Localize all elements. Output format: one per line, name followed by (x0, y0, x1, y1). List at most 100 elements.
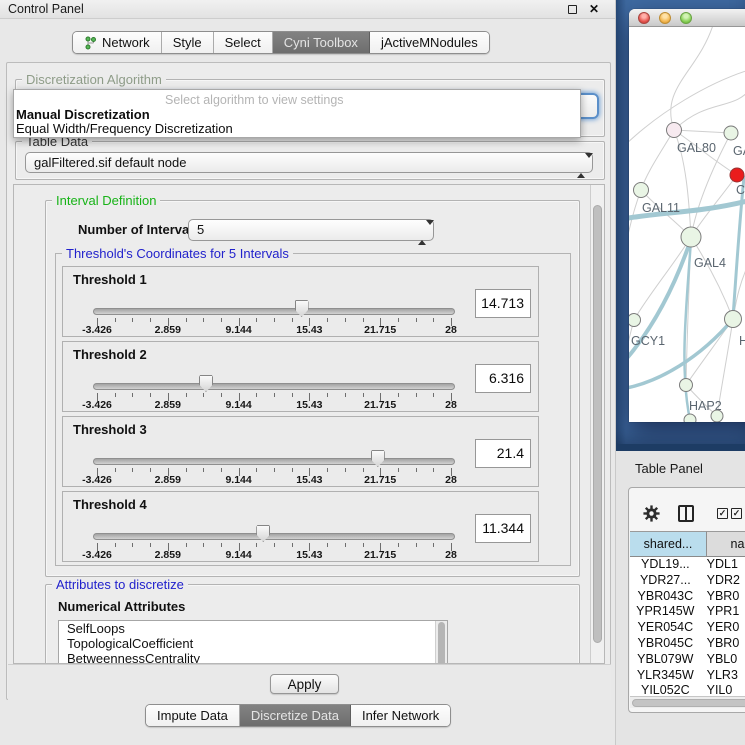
interval-definition-group: Interval Definition Number of Intervals … (45, 200, 580, 577)
scrollbar-thumb[interactable] (438, 622, 445, 664)
threshold-slider-track[interactable] (93, 308, 455, 315)
columns-icon[interactable] (678, 505, 694, 522)
tab-label: Select (225, 32, 261, 53)
table-cell[interactable]: YIL0 (701, 683, 745, 696)
table-row[interactable]: YBR045CYBR0 (630, 636, 745, 652)
algorithm-option[interactable]: Equal Width/Frequency Discretization (16, 121, 233, 136)
thresholds-group: Threshold's Coordinates for 5 Intervals … (55, 253, 571, 566)
scrollbar-thumb[interactable] (632, 699, 745, 707)
group-title: Attributes to discretize (52, 577, 188, 592)
table-cell[interactable]: YER0 (701, 620, 745, 636)
table-row[interactable]: YDL19...YDL1 (630, 557, 745, 573)
number-of-intervals-spinner[interactable]: 5 (188, 219, 434, 241)
algorithm-option[interactable]: Manual Discretization (16, 107, 150, 122)
network-node[interactable] (634, 183, 649, 198)
network-node[interactable] (680, 379, 693, 392)
attribute-item[interactable]: BetweennessCentrality (59, 651, 447, 664)
tab-impute-data[interactable]: Impute Data (146, 705, 240, 726)
node-label: GAL11 (642, 201, 680, 215)
threshold-value-box[interactable]: 21.4 (475, 439, 531, 468)
threshold-slider-track[interactable] (93, 533, 455, 540)
zoom-window-icon[interactable] (680, 12, 692, 24)
table-row[interactable]: YLR345WYLR3 (630, 668, 745, 684)
table-cell[interactable]: YBR0 (701, 589, 745, 605)
table-row[interactable]: YER054CYER0 (630, 620, 745, 636)
tick-label: 9.144 (217, 549, 261, 561)
apply-button[interactable]: Apply (270, 674, 339, 694)
column-header-na[interactable]: na (707, 531, 745, 557)
attribute-item[interactable]: SelfLoops (59, 621, 447, 636)
table-cell[interactable]: YPR145W (630, 604, 701, 620)
table-cell[interactable]: YER054C (630, 620, 701, 636)
tick-label: 21.715 (358, 474, 402, 486)
minimize-window-icon[interactable] (659, 12, 671, 24)
num-intervals-label: Number of Intervals (78, 222, 200, 237)
threshold-value-box[interactable]: 6.316 (475, 364, 531, 393)
tab-infer-network[interactable]: Infer Network (351, 705, 450, 726)
tab-select[interactable]: Select (214, 32, 273, 53)
table-row[interactable]: YBL079WYBL0 (630, 652, 745, 668)
network-node[interactable] (667, 123, 682, 138)
tab-discretize-data[interactable]: Discretize Data (240, 705, 351, 726)
close-icon[interactable]: ✕ (589, 5, 599, 14)
scrollbar-thumb[interactable] (593, 205, 602, 643)
table-cell[interactable]: YDR2 (701, 573, 745, 589)
tab-style[interactable]: Style (162, 32, 214, 53)
network-canvas[interactable]: GAL80GACGAL11GAL4GCY1HHAP2 (629, 27, 745, 422)
float-window-icon[interactable] (568, 5, 577, 14)
network-graph[interactable]: GAL80GACGAL11GAL4GCY1HHAP2 (629, 27, 745, 422)
threshold-value-box[interactable]: 11.344 (475, 514, 531, 543)
node-label: GA (733, 144, 745, 158)
group-title: Discretization Algorithm (22, 72, 166, 87)
checkbox-icon[interactable]: ✓ (717, 508, 728, 519)
table-data-select[interactable]: galFiltered.sif default node (25, 152, 593, 173)
numerical-attributes-list[interactable]: SelfLoopsTopologicalCoefficientBetweenne… (58, 620, 448, 664)
gear-icon[interactable] (643, 505, 660, 527)
list-scrollbar[interactable] (435, 621, 447, 664)
network-edges[interactable] (629, 27, 745, 416)
threshold-value-box[interactable]: 14.713 (475, 289, 531, 318)
close-window-icon[interactable] (638, 12, 650, 24)
checkbox-icon[interactable]: ✓ (731, 508, 742, 519)
table-row[interactable]: YPR145WYPR1 (630, 604, 745, 620)
network-icon (84, 36, 97, 50)
table-cell[interactable]: YLR345W (630, 668, 701, 684)
table-cell[interactable]: YBL0 (701, 652, 745, 668)
table-cell[interactable]: YBR043C (630, 589, 701, 605)
network-node[interactable] (730, 168, 744, 182)
table-row[interactable]: YIL052CYIL0 (630, 683, 745, 696)
threshold-slider-track[interactable] (93, 383, 455, 390)
table-cell[interactable]: YIL052C (630, 683, 701, 696)
table-cell[interactable]: YDL1 (701, 557, 745, 573)
horizontal-scrollbar[interactable] (630, 696, 745, 708)
vertical-scrollbar[interactable] (590, 185, 604, 663)
table-cell[interactable]: YDR27... (630, 573, 701, 589)
table-cell[interactable]: YPR1 (701, 604, 745, 620)
tab-label: Discretize Data (251, 705, 339, 726)
network-node[interactable] (711, 410, 723, 422)
network-node[interactable] (681, 227, 701, 247)
tab-network[interactable]: Network (73, 32, 162, 53)
network-node[interactable] (725, 311, 742, 328)
network-node[interactable] (724, 126, 738, 140)
table-cell[interactable]: YDL19... (630, 557, 701, 573)
table-row[interactable]: YBR043CYBR0 (630, 589, 745, 605)
tab-cyni-toolbox[interactable]: Cyni Toolbox (273, 32, 370, 53)
network-node[interactable] (684, 414, 696, 422)
column-header-shared-[interactable]: shared... (630, 531, 707, 557)
table-row[interactable]: YDR27...YDR2 (630, 573, 745, 589)
table-cell[interactable]: YBR0 (701, 636, 745, 652)
table-cell[interactable]: YLR3 (701, 668, 745, 684)
tab-jactivemnodules[interactable]: jActiveMNodules (370, 32, 489, 53)
attribute-item[interactable]: TopologicalCoefficient (59, 636, 447, 651)
table-cell[interactable]: YBR045C (630, 636, 701, 652)
tick-label: 2.859 (146, 399, 190, 411)
tick-label: 28 (429, 324, 473, 336)
table-cell[interactable]: YBL079W (630, 652, 701, 668)
tab-label: Network (102, 32, 150, 53)
threshold-slider-track[interactable] (93, 458, 455, 465)
threshold-label: Threshold 1 (73, 272, 147, 287)
table-rows: YDL19...YDL1YDR27...YDR2YBR043CYBR0YPR14… (630, 557, 745, 696)
network-node[interactable] (629, 314, 641, 327)
table-data-value: galFiltered.sif default node (34, 155, 186, 170)
